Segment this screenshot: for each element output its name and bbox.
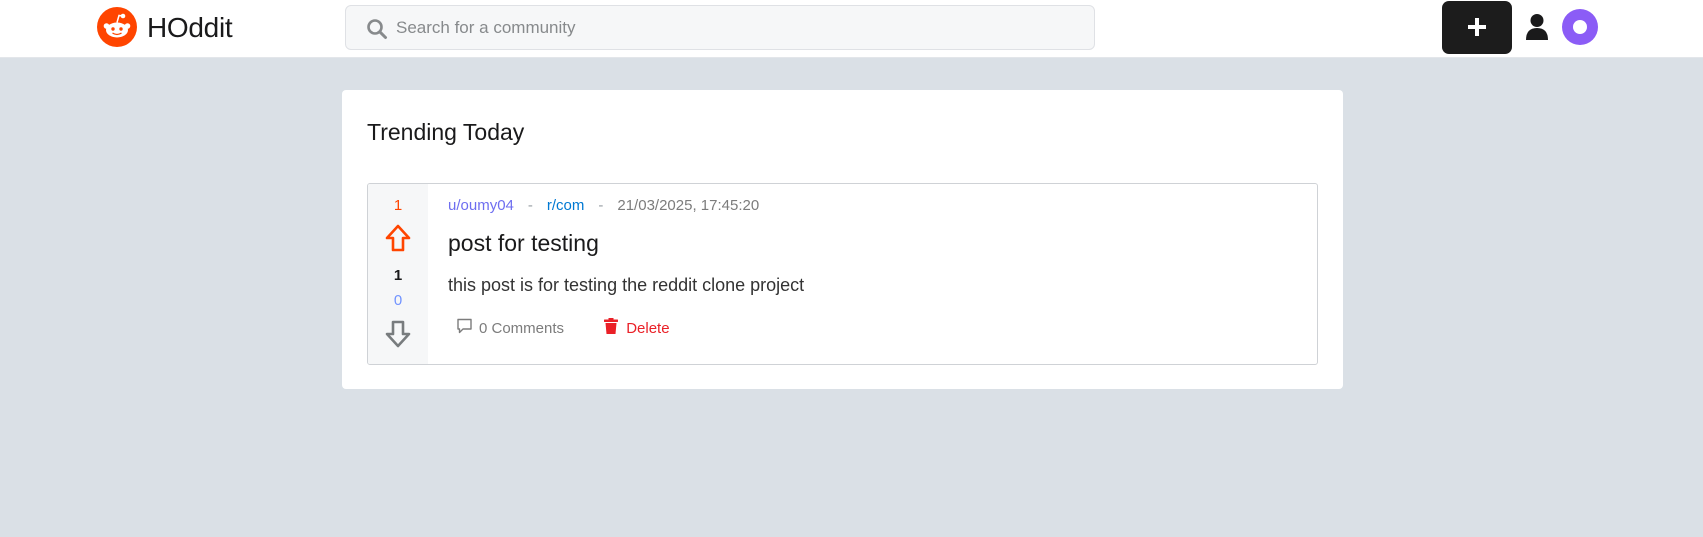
brand-name[interactable]: HOddit	[147, 12, 233, 44]
top-navbar: HOddit	[0, 0, 1703, 58]
comments-button[interactable]: 0 Comments	[456, 318, 564, 338]
post-content: u/oumy04- r/com -21/03/2025, 17:45:20 post…	[448, 184, 1317, 364]
avatar-icon[interactable]	[1562, 9, 1598, 45]
vote-column: 1 1 0	[368, 184, 428, 364]
post-author-link[interactable]: u/oumy04	[448, 197, 514, 214]
comment-icon	[456, 318, 479, 338]
avatar-dot	[1573, 20, 1587, 34]
trending-card: Trending Today 1 1 0 u/oumy04- r/com -21/0…	[342, 90, 1343, 389]
meta-separator: -	[527, 197, 533, 214]
user-icon[interactable]	[1526, 13, 1548, 46]
meta-separator: -	[598, 197, 604, 214]
upvote-count: 1	[393, 197, 403, 214]
post-meta: u/oumy04- r/com -21/03/2025, 17:45:20	[448, 197, 759, 214]
post-actions: 0 Comments Delete	[456, 318, 670, 338]
delete-button[interactable]: Delete	[604, 318, 670, 338]
community-link[interactable]: r/com	[547, 197, 585, 214]
downvote-count: 0	[393, 292, 403, 309]
downvote-arrow-icon[interactable]	[385, 320, 411, 353]
create-post-button[interactable]	[1442, 1, 1512, 54]
reddit-alien-logo-icon[interactable]	[97, 7, 137, 47]
comments-label: 0 Comments	[479, 319, 565, 337]
upvote-arrow-icon[interactable]	[385, 224, 411, 257]
post-title[interactable]: post for testing	[448, 230, 599, 257]
search-icon	[366, 18, 388, 40]
post-body: this post is for testing the reddit clon…	[448, 275, 805, 295]
search-input[interactable]	[396, 6, 1076, 49]
vote-score: 1	[393, 267, 403, 284]
section-title: Trending Today	[367, 119, 525, 145]
trash-icon	[604, 318, 626, 338]
delete-label: Delete	[626, 319, 670, 337]
post-timestamp: 21/03/2025, 17:45:20	[617, 197, 760, 214]
post-card[interactable]: 1 1 0 u/oumy04- r/com -21/03/2025, 17:45:2…	[367, 183, 1318, 365]
search-bar[interactable]	[345, 5, 1095, 50]
